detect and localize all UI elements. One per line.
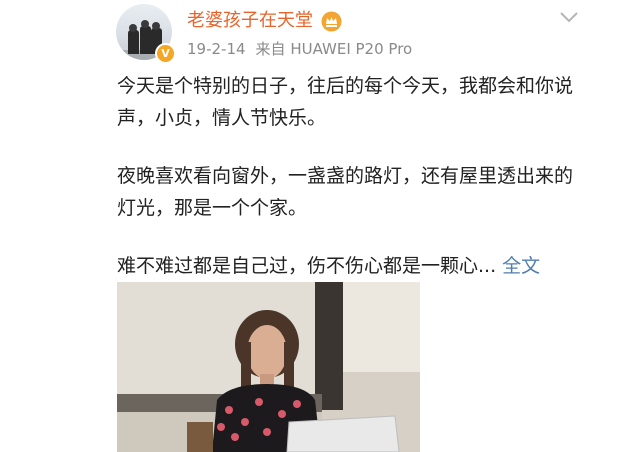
verified-v-icon: V <box>155 43 176 64</box>
photo-scene <box>117 282 420 452</box>
username[interactable]: 老婆孩子在天堂 <box>187 9 313 33</box>
post-paragraph-truncated: 难不难过都是自己过，伤不伤心都是一颗心... 全文 <box>117 250 577 282</box>
truncated-text: 难不难过都是自己过，伤不伤心都是一颗心... <box>117 255 497 277</box>
post-paragraph: 今天是个特别的日子，往后的每个今天，我都会和你说声，小贞，情人节快乐。 <box>117 75 574 129</box>
post-photo[interactable] <box>117 282 420 452</box>
post-paragraph: 夜晚喜欢看向窗外，一盏盏的路灯，还有屋里透出来的灯光，那是一个个家。 <box>117 165 574 219</box>
expand-full-text-link[interactable]: 全文 <box>496 255 540 277</box>
post-body: 今天是个特别的日子，往后的每个今天，我都会和你说声，小贞，情人节快乐。 夜晚喜欢… <box>117 70 577 282</box>
vip-crown-icon <box>321 11 342 32</box>
post-source: 来自 HUAWEI P20 Pro <box>255 40 413 58</box>
chevron-down-icon[interactable] <box>558 8 580 26</box>
weibo-post: V 老婆孩子在天堂 19-2-14 来自 HUAWEI P20 Pro 今天是个特… <box>0 0 640 452</box>
post-date: 19-2-14 <box>187 40 246 58</box>
post-meta: 19-2-14 来自 HUAWEI P20 Pro <box>187 38 422 60</box>
